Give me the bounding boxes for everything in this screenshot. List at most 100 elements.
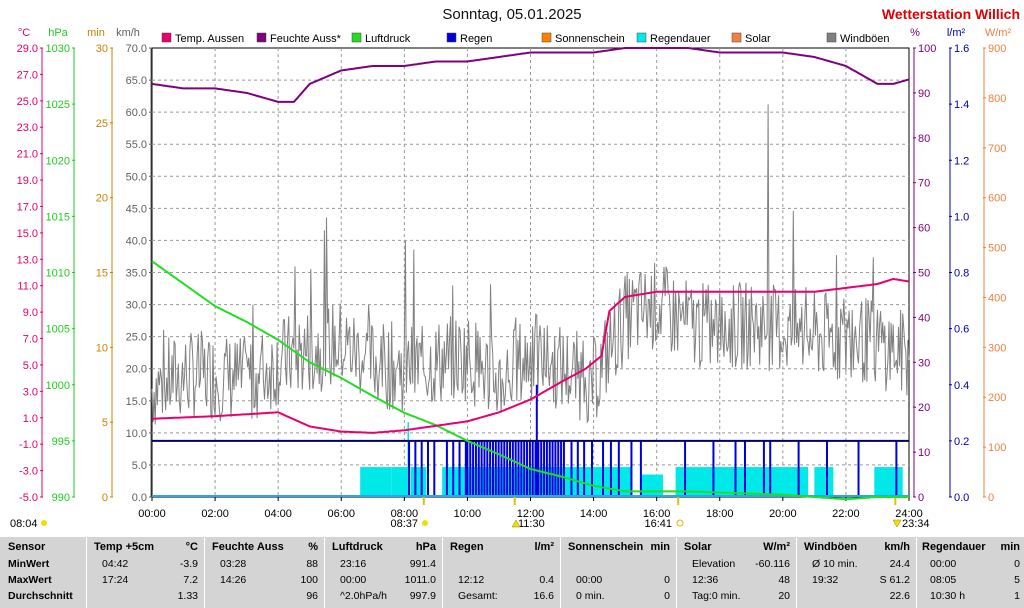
stats-value: 997.9: [409, 590, 436, 602]
axis-unit: l/m²: [947, 27, 966, 39]
stats-label: MaxWert: [8, 574, 52, 586]
axis-tick-label: 20: [96, 193, 108, 205]
time-tick-label: 04:00: [264, 508, 292, 520]
stats-unit: %: [308, 541, 318, 553]
stats-unit: l/m²: [534, 541, 554, 553]
stats-label: 12:36: [692, 574, 719, 586]
axis-tick-label: 45.0: [126, 203, 147, 215]
axis-tick-label: 19.0: [17, 175, 38, 187]
stats-value: 0: [664, 574, 670, 586]
stats-unit: min: [1000, 541, 1020, 553]
axis-tick-label: 10: [96, 342, 108, 354]
time-tick-label: 02:00: [201, 508, 229, 520]
axis-tick-label: 0.0: [954, 492, 969, 504]
axis-tick-label: 10: [918, 447, 930, 459]
legend-swatch: [161, 32, 172, 43]
axis-tick-label: 21.0: [17, 149, 38, 161]
stats-label: 03:28: [220, 558, 247, 570]
rain-duration-bar: [410, 467, 427, 497]
stats-value: 22.6: [889, 590, 910, 602]
axis-tick-label: 9.0: [23, 307, 38, 319]
time-tick-label: 10:00: [454, 508, 482, 520]
stats-label: 00:00: [340, 574, 367, 586]
axis-tick-label: 40: [918, 312, 930, 324]
stats-header: Regen: [450, 541, 484, 553]
stats-label: Ø 10 min.: [812, 558, 858, 570]
stats-value: 0.4: [539, 574, 554, 586]
stats-label: 12:12: [458, 574, 485, 586]
axis-tick-label: -5.0: [19, 492, 38, 504]
axis-tick-label: 30: [96, 43, 108, 55]
legend-swatch: [351, 32, 362, 43]
axis-tick-label: 0: [918, 492, 924, 504]
legend-label: Feuchte Auss*: [270, 33, 342, 45]
stats-label: 0 min.: [576, 590, 605, 602]
axis-tick-label: 13.0: [17, 254, 38, 266]
stats-column: Regen l/m² 12:12 0.4 Gesamt: 16.6: [444, 537, 561, 608]
stats-value: 24.4: [889, 558, 910, 570]
axis-tick-label: 50: [918, 268, 930, 280]
rain-duration-bar: [874, 467, 903, 497]
time-tick-label: 00:00: [138, 508, 166, 520]
stats-unit: W/m²: [763, 541, 790, 553]
axis-tick-label: 30.0: [126, 300, 147, 312]
axis-tick-label: 65.0: [126, 75, 147, 87]
stats-value: 20: [778, 590, 790, 602]
axis-tick-label: 40.0: [126, 235, 147, 247]
axis-tick-label: 1030: [46, 43, 70, 55]
weather-chart: Temp. Aussen Feuchte Auss* Luftdruck Regen S…: [10, 27, 1011, 530]
sunset-time: 16:41: [644, 518, 672, 530]
legend-swatch: [256, 32, 267, 43]
stats-header: Feuchte Auss: [212, 541, 284, 553]
axis-tick-label: 11.0: [17, 281, 38, 293]
axis-unit: km/h: [116, 27, 140, 39]
stats-label: MinWert: [8, 558, 50, 570]
axis-tick-label: 800: [988, 93, 1006, 105]
legend-label: Regendauer: [650, 33, 711, 45]
page-title: Sonntag, 05.01.2025: [442, 6, 582, 23]
axis-tick-label: 1.2: [954, 155, 969, 167]
axis-tick-label: 995: [52, 436, 70, 448]
axis-unit: %: [910, 27, 920, 39]
axis-tick-label: 0: [102, 492, 108, 504]
axis-unit: hPa: [48, 27, 68, 39]
axis-tick-label: 29.0: [17, 43, 38, 55]
axis-tick-label: 5.0: [23, 360, 38, 372]
axis-tick-label: 70.0: [126, 43, 147, 55]
axis-tick-label: 1.0: [23, 413, 38, 425]
axis-tick-label: 600: [988, 193, 1006, 205]
axis-tick-label: 3.0: [23, 386, 38, 398]
sun-marker-time: 23:34: [902, 518, 930, 530]
stats-label: Durchschnitt: [8, 590, 73, 602]
stats-value: S 61.2: [879, 574, 910, 586]
stats-label: 08:05: [930, 574, 957, 586]
axis-tick-label: 100: [918, 43, 936, 55]
stats-label: 23:16: [340, 558, 367, 570]
time-tick-label: 22:00: [832, 508, 860, 520]
legend-label: Windböen: [840, 33, 890, 45]
rain-duration-bar: [814, 467, 834, 497]
axis-tick-label: -1.0: [19, 439, 38, 451]
stats-label: 10:30 h: [930, 590, 966, 602]
axis-tick-label: 1005: [46, 324, 70, 336]
axis-tick-label: 0.0: [132, 492, 147, 504]
stats-value: 48: [778, 574, 790, 586]
legend-swatch: [636, 32, 647, 43]
axis-tick-label: 70: [918, 178, 930, 190]
noon-time: 11:30: [518, 518, 545, 530]
stats-unit: hPa: [415, 541, 436, 553]
axis-tick-label: 1.0: [954, 211, 969, 223]
axis-tick-label: 1.6: [954, 43, 969, 55]
stats-label: 19:32: [812, 574, 839, 586]
time-tick-label: 18:00: [706, 508, 734, 520]
stats-value: 991.4: [409, 558, 436, 570]
rain-duration-bar: [640, 474, 663, 497]
axis-tick-label: 5: [102, 417, 108, 429]
stats-value: 0: [1014, 558, 1020, 570]
stats-header: Temp +5cm: [94, 541, 155, 553]
rain-duration-bar: [391, 467, 408, 497]
axis-tick-label: 0: [988, 492, 994, 504]
axis-tick-label: 990: [52, 492, 70, 504]
axis-unit: °C: [18, 27, 30, 39]
axis-tick-label: 25.0: [126, 332, 147, 344]
